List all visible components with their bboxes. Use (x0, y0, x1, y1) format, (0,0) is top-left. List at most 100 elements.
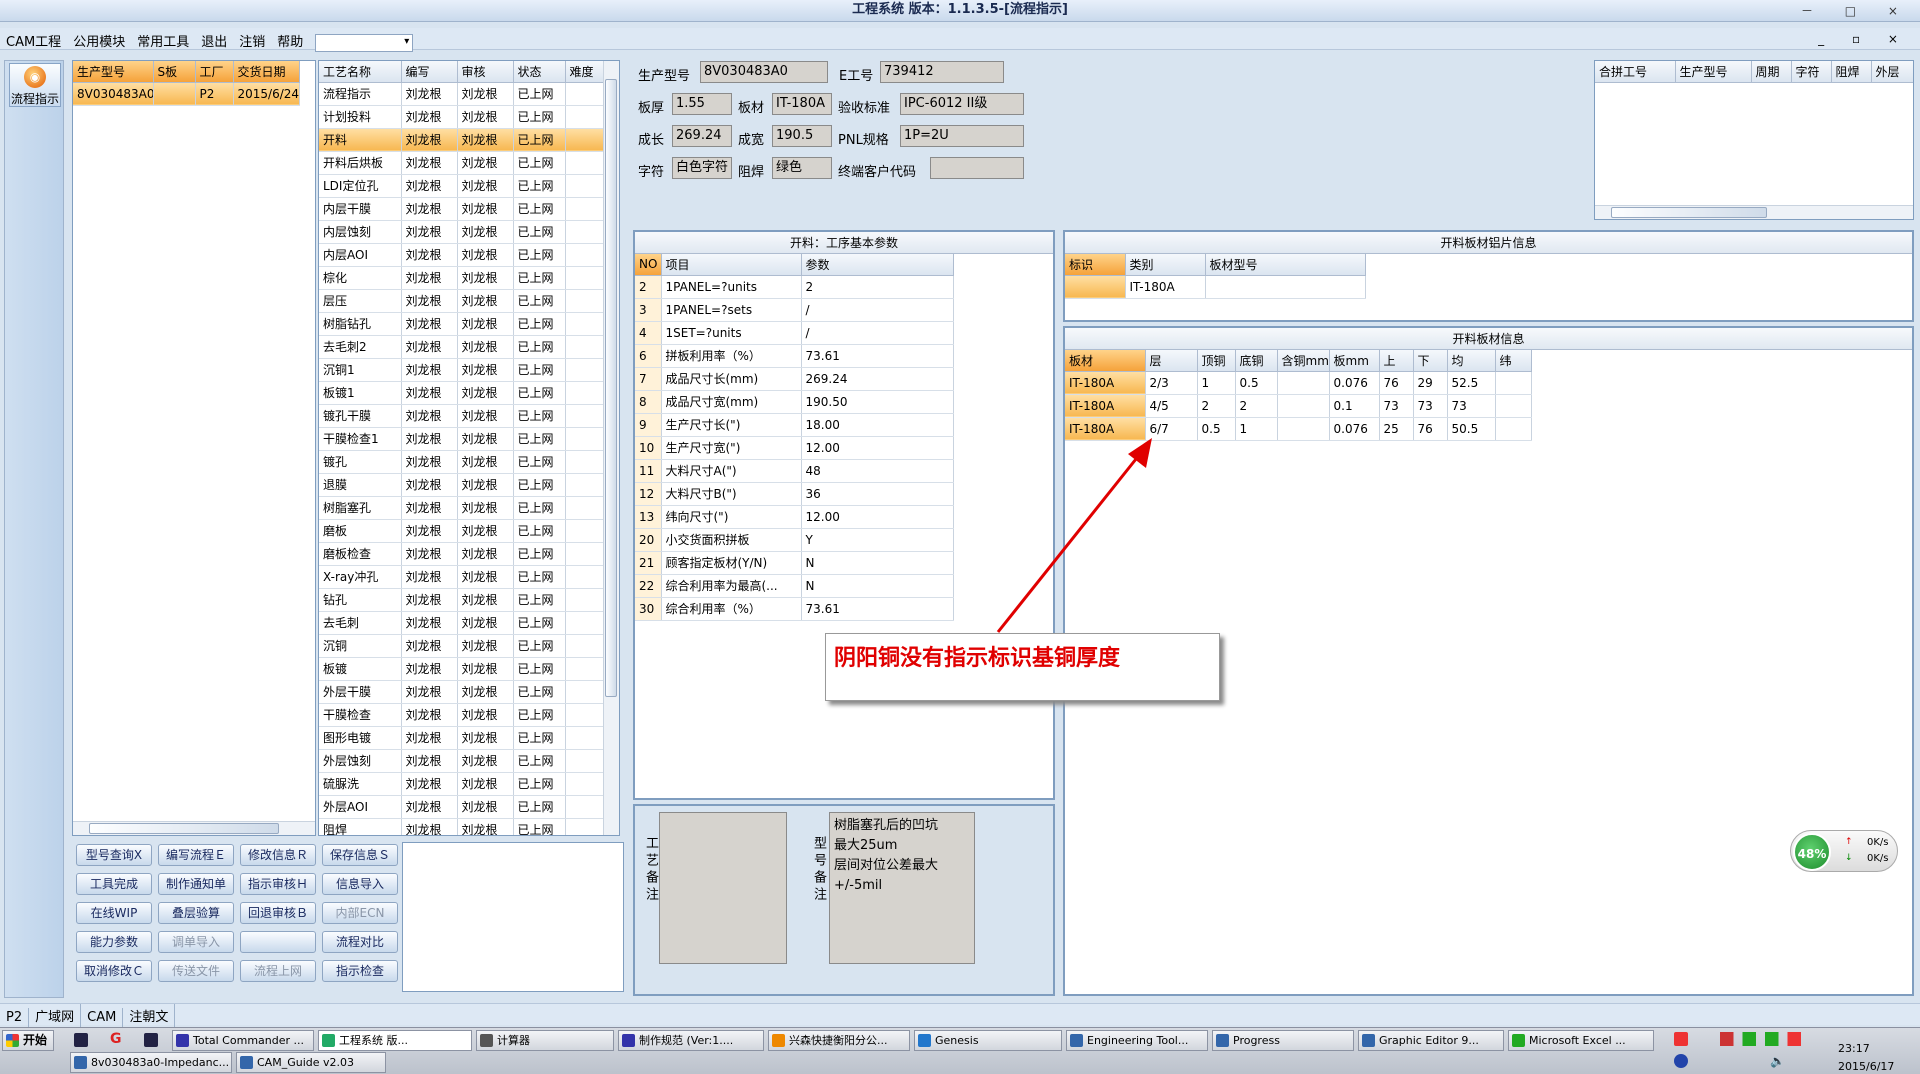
param-row[interactable]: 22 综合利用率为最高(... N (635, 574, 954, 598)
process-row[interactable]: 开料后烘板 刘龙根 刘龙根 已上网 (319, 151, 604, 175)
status-item[interactable]: P2 (0, 1008, 30, 1027)
menu-item[interactable]: 公用模块 (67, 28, 131, 53)
length-field[interactable]: 269.24 (672, 125, 732, 147)
action-button[interactable]: 传送文件 (158, 960, 234, 982)
merge-hscrollbar[interactable] (1595, 205, 1913, 219)
jobs-col-header[interactable]: 交货日期 (233, 61, 300, 83)
quicklaunch-app-icon[interactable] (74, 1033, 88, 1047)
menu-item[interactable]: CAM工程 (0, 28, 67, 53)
menu-item[interactable]: 退出 (195, 28, 233, 53)
board_info-col-header[interactable]: 板mm (1329, 350, 1380, 372)
merge_table-col-header[interactable]: 字符 (1791, 61, 1832, 83)
action-button[interactable]: 指示审核Ｈ (240, 873, 316, 895)
jobs-col-header[interactable]: 工厂 (195, 61, 234, 83)
tray-help-icon[interactable] (1674, 1054, 1688, 1068)
action-button[interactable]: 编写流程Ｅ (158, 844, 234, 866)
param-row[interactable]: 2 1PANEL=?units 2 (635, 275, 954, 299)
params-col-header[interactable]: 参数 (801, 254, 954, 276)
process-row[interactable]: 计划投料 刘龙根 刘龙根 已上网 (319, 105, 604, 129)
sheet-row[interactable]: IT-180A (1065, 275, 1366, 299)
sheet_info-col-header[interactable]: 类别 (1125, 254, 1206, 276)
board_info-col-header[interactable]: 顶铜 (1197, 350, 1236, 372)
process-row[interactable]: 内层蚀刻 刘龙根 刘龙根 已上网 (319, 220, 604, 244)
thickness-field[interactable]: 1.55 (672, 93, 732, 115)
process-row[interactable]: 磨板检查 刘龙根 刘龙根 已上网 (319, 542, 604, 566)
process-vscrollbar[interactable] (603, 61, 619, 835)
flow-indicator-button[interactable]: ◉ 流程指示 (9, 63, 61, 107)
params-col-header[interactable]: NO (635, 254, 662, 276)
action-button[interactable]: 叠层验算 (158, 902, 234, 924)
process-row[interactable]: 外层干膜 刘龙根 刘龙根 已上网 (319, 680, 604, 704)
menu-item[interactable]: 常用工具 (131, 28, 195, 53)
process-row[interactable]: 磨板 刘龙根 刘龙根 已上网 (319, 519, 604, 543)
board_info-col-header[interactable]: 底铜 (1235, 350, 1278, 372)
process-row[interactable]: 沉铜 刘龙根 刘龙根 已上网 (319, 634, 604, 658)
char-field[interactable]: 白色字符 (672, 157, 732, 179)
action-button[interactable]: 回退审核Ｂ (240, 902, 316, 924)
processes-col-header[interactable]: 审核 (457, 61, 514, 83)
board_info-col-header[interactable]: 板材 (1065, 350, 1146, 372)
process-row[interactable]: 板镀 刘龙根 刘龙根 已上网 (319, 657, 604, 681)
action-button[interactable]: 流程上网 (240, 960, 316, 982)
process-row[interactable]: 图形电镀 刘龙根 刘龙根 已上网 (319, 726, 604, 750)
param-row[interactable]: 10 生产尺寸宽(") 12.00 (635, 436, 954, 460)
info-text-box[interactable] (402, 842, 624, 992)
mask-field[interactable]: 绿色 (772, 157, 832, 179)
taskbar-item[interactable]: 工程系统 版... (318, 1030, 472, 1051)
merge_table-col-header[interactable]: 周期 (1751, 61, 1792, 83)
taskbar-item[interactable]: 计算器 (476, 1030, 614, 1051)
process-notes-box[interactable] (659, 812, 787, 964)
status-item[interactable]: CAM (81, 1008, 124, 1027)
menu-item[interactable]: 帮助 (271, 28, 309, 53)
process-row[interactable]: 外层AOI 刘龙根 刘龙根 已上网 (319, 795, 604, 819)
action-button[interactable]: 工具完成 (76, 873, 152, 895)
board_info-col-header[interactable]: 均 (1447, 350, 1496, 372)
material-field[interactable]: IT-180A (772, 93, 832, 115)
process-row[interactable]: 外层蚀刻 刘龙根 刘龙根 已上网 (319, 749, 604, 773)
tray-clock-time[interactable]: 23:17 (1838, 1042, 1870, 1055)
process-row[interactable]: 棕化 刘龙根 刘龙根 已上网 (319, 266, 604, 290)
jobs-col-header[interactable]: 生产型号 (73, 61, 154, 83)
action-button[interactable]: 信息导入 (322, 873, 398, 895)
processes-col-header[interactable]: 状态 (513, 61, 566, 83)
board-row[interactable]: IT-180A 4/5 2 2 0.1 73 73 73 (1065, 394, 1532, 418)
merge_table-col-header[interactable]: 合拼工号 (1595, 61, 1676, 83)
param-row[interactable]: 12 大料尺寸B(") 36 (635, 482, 954, 506)
taskbar-item[interactable]: Microsoft Excel ... (1508, 1030, 1654, 1051)
status-item[interactable]: 广域网 (29, 1004, 82, 1027)
merge_table-col-header[interactable]: 生产型号 (1675, 61, 1752, 83)
taskbar-item[interactable]: 8v030483a0-Impedanc... (70, 1052, 232, 1073)
sheet_info-col-header[interactable]: 板材型号 (1205, 254, 1366, 276)
action-button[interactable]: 指示检查 (322, 960, 398, 982)
menu-combo[interactable] (315, 33, 414, 52)
action-button[interactable]: 修改信息Ｒ (240, 844, 316, 866)
process-row[interactable]: 开料 刘龙根 刘龙根 已上网 (319, 128, 604, 152)
process-row[interactable]: 流程指示 刘龙根 刘龙根 已上网 (319, 82, 604, 106)
processes-col-header[interactable]: 难度 (565, 61, 604, 83)
process-row[interactable]: 内层干膜 刘龙根 刘龙根 已上网 (319, 197, 604, 221)
process-row[interactable]: 去毛刺 刘龙根 刘龙根 已上网 (319, 611, 604, 635)
jobs-hscroll-thumb[interactable] (89, 823, 279, 834)
process-row[interactable]: 干膜检查1 刘龙根 刘龙根 已上网 (319, 427, 604, 451)
param-row[interactable]: 4 1SET=?units / (635, 321, 954, 345)
param-row[interactable]: 7 成品尺寸长(mm) 269.24 (635, 367, 954, 391)
tray-volume-icon[interactable]: 🔈 (1770, 1054, 1785, 1068)
action-button[interactable]: 能力参数 (76, 931, 152, 953)
process-row[interactable]: 硫脲洗 刘龙根 刘龙根 已上网 (319, 772, 604, 796)
status-item[interactable]: 注朝文 (123, 1004, 176, 1027)
tray-app-icons[interactable] (1720, 1032, 1810, 1046)
window-controls[interactable]: － □ × (1801, 2, 1912, 19)
pnl-field[interactable]: 1P=2U (900, 125, 1024, 147)
board_info-col-header[interactable]: 纬 (1495, 350, 1532, 372)
width-field[interactable]: 190.5 (772, 125, 832, 147)
start-button[interactable]: 开始 (2, 1030, 54, 1051)
tray-clock-date[interactable]: 2015/6/17 (1838, 1060, 1894, 1073)
taskbar-item[interactable]: Progress (1212, 1030, 1354, 1051)
action-button[interactable]: 内部ECN (322, 902, 398, 924)
param-row[interactable]: 11 大料尺寸A(") 48 (635, 459, 954, 483)
merge_table-col-header[interactable]: 阻焊 (1831, 61, 1872, 83)
param-row[interactable]: 9 生产尺寸长(") 18.00 (635, 413, 954, 437)
jobs-col-header[interactable]: S板 (153, 61, 196, 83)
action-button[interactable]: 流程对比 (322, 931, 398, 953)
params-col-header[interactable]: 项目 (661, 254, 802, 276)
